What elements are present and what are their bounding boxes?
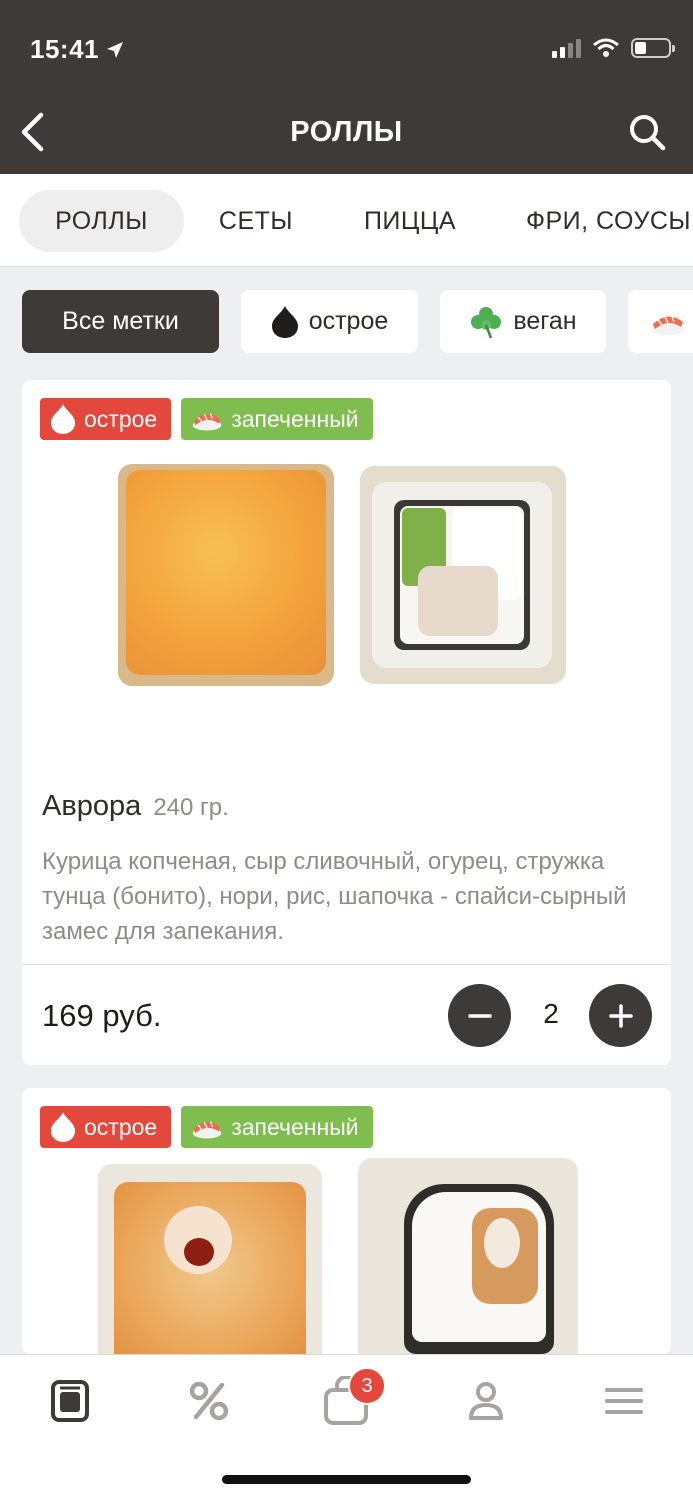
decrease-quantity-button[interactable] bbox=[448, 984, 511, 1047]
clover-icon bbox=[471, 306, 502, 338]
search-icon bbox=[630, 115, 666, 151]
nav-promotions[interactable] bbox=[185, 1377, 233, 1425]
percent-icon bbox=[189, 1381, 229, 1421]
search-button[interactable] bbox=[627, 112, 667, 152]
cart-count-badge: 3 bbox=[348, 1367, 386, 1405]
flame-icon bbox=[50, 404, 76, 434]
product-price: 169 руб. bbox=[42, 998, 162, 1033]
tab-fries-sauces[interactable]: ФРИ, СОУСЫ bbox=[508, 190, 693, 252]
filter-vegan[interactable]: веган bbox=[440, 290, 606, 353]
wifi-icon bbox=[593, 38, 619, 57]
status-indicators bbox=[552, 38, 675, 58]
sushi-icon bbox=[652, 315, 684, 335]
tab-pizza[interactable]: ПИЦЦА bbox=[340, 190, 480, 252]
battery-icon bbox=[631, 38, 675, 58]
product-title: Аврора 240 гр. bbox=[42, 790, 229, 823]
badge-label: запеченный bbox=[231, 405, 359, 432]
quantity-value: 2 bbox=[543, 998, 559, 1029]
filter-spicy[interactable]: острое bbox=[241, 290, 418, 353]
page-title: РОЛЛЫ bbox=[290, 116, 403, 148]
profile-icon bbox=[469, 1382, 503, 1420]
filter-baked[interactable] bbox=[628, 290, 693, 353]
sushi-icon bbox=[192, 413, 222, 431]
badge-baked: запеченный bbox=[181, 1106, 373, 1148]
filter-label: острое bbox=[308, 307, 389, 335]
product-card[interactable]: острое запеченный Аврора 240 гр. Курица … bbox=[22, 380, 671, 1065]
product-name: Аврора bbox=[42, 790, 142, 822]
divider bbox=[22, 964, 671, 965]
filter-all-tags[interactable]: Все метки bbox=[22, 290, 219, 353]
app-header: 15:41 РОЛЛЫ bbox=[0, 0, 693, 174]
category-tabs: РОЛЛЫ СЕТЫ ПИЦЦА ФРИ, СОУСЫ bbox=[0, 174, 693, 267]
product-description: Курица копченая, сыр сливочный, огурец, … bbox=[42, 848, 627, 945]
product-badges: острое запеченный bbox=[40, 398, 373, 440]
time-label: 15:41 bbox=[30, 34, 99, 64]
plus-icon bbox=[608, 1003, 633, 1028]
hamburger-icon bbox=[605, 1388, 643, 1414]
minus-icon bbox=[467, 1013, 492, 1018]
product-weight: 240 гр. bbox=[153, 794, 229, 821]
badge-label: острое bbox=[84, 405, 158, 432]
filter-tags: Все метки острое веган bbox=[0, 290, 693, 354]
product-badges: острое запеченный bbox=[40, 1106, 373, 1148]
home-indicator bbox=[222, 1475, 471, 1484]
flame-icon bbox=[271, 305, 298, 338]
cellular-signal-icon bbox=[552, 38, 581, 58]
badge-label: острое bbox=[84, 1113, 158, 1140]
location-arrow-icon bbox=[107, 41, 123, 58]
filter-label: Все метки bbox=[62, 307, 179, 335]
nav-more[interactable] bbox=[600, 1377, 648, 1425]
badge-spicy: острое bbox=[40, 398, 172, 440]
bottom-navigation: 3 bbox=[0, 1354, 693, 1500]
sushi-icon bbox=[192, 1121, 222, 1139]
nav-menu[interactable] bbox=[46, 1377, 94, 1425]
tab-sets[interactable]: СЕТЫ bbox=[200, 190, 312, 252]
nav-profile[interactable] bbox=[462, 1377, 510, 1425]
badge-spicy: острое bbox=[40, 1106, 172, 1148]
badge-label: запеченный bbox=[231, 1113, 359, 1140]
tab-rolls[interactable]: РОЛЛЫ bbox=[19, 190, 184, 252]
flame-icon bbox=[50, 1112, 76, 1142]
status-time: 15:41 bbox=[30, 34, 125, 65]
menu-icon bbox=[51, 1380, 89, 1422]
filter-label: веган bbox=[513, 307, 577, 335]
product-card[interactable]: острое запеченный bbox=[22, 1088, 671, 1354]
increase-quantity-button[interactable] bbox=[589, 984, 652, 1047]
badge-baked: запеченный bbox=[181, 398, 373, 440]
